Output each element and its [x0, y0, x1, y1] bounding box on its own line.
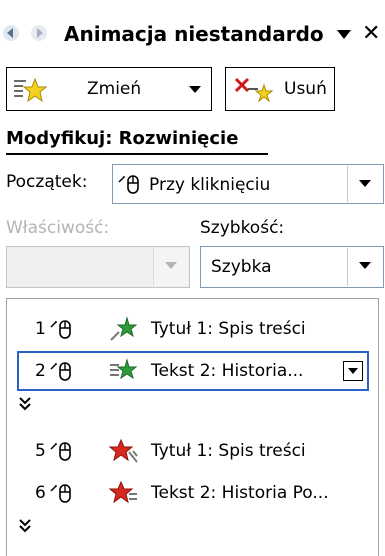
pane-title-bar: Animacja niestandardo ✕ [0, 14, 385, 54]
green-star-entrance-icon [110, 316, 138, 341]
effect-order-number: 5 [35, 441, 46, 461]
mouse-click-icon [50, 442, 71, 461]
effect-row-selected[interactable]: 2 Tekst 2: Historia... [17, 351, 369, 391]
heading-divider [6, 153, 268, 155]
mouse-click-icon [118, 175, 139, 194]
property-label: Właściwość: [6, 218, 110, 238]
mouse-click-icon [50, 484, 71, 503]
effect-row[interactable]: 5 Tytuł 1: Spis treści [17, 431, 369, 471]
pane-menu-dropdown-icon[interactable] [337, 30, 351, 40]
property-select [6, 246, 190, 288]
chevron-down-icon [348, 368, 358, 374]
start-select[interactable]: Przy kliknięciu [112, 164, 384, 204]
start-select-dropdown[interactable] [347, 166, 382, 202]
modify-heading: Modyfikuj: Rozwinięcie [6, 128, 239, 149]
chevron-down-icon [189, 86, 201, 93]
expand-chevron-icon[interactable] [19, 397, 31, 415]
custom-animation-pane: Animacja niestandardo ✕ Zmień Usuń Modyf… [0, 0, 385, 556]
chevron-down-icon [359, 180, 371, 187]
property-select-dropdown [153, 248, 188, 286]
effect-target-text: Tytuł 1: Spis treści [151, 319, 306, 339]
effect-order-number: 1 [35, 319, 46, 339]
green-star-entrance-icon [110, 358, 138, 380]
effect-row[interactable]: 1 Tytuł 1: Spis treści [17, 309, 369, 349]
back-arrow-icon[interactable] [2, 24, 20, 42]
effect-order-number: 2 [35, 361, 46, 381]
close-icon[interactable]: ✕ [362, 23, 380, 45]
effect-target-text: Tekst 2: Historia... [151, 361, 304, 381]
effect-row-dropdown-button[interactable] [343, 361, 363, 381]
effect-target-text: Tekst 2: Historia Po... [151, 483, 329, 503]
start-select-value: Przy kliknięciu [149, 175, 271, 195]
start-label: Początek: [6, 172, 88, 192]
red-star-exit-icon [109, 438, 138, 463]
change-effect-label: Zmień [87, 79, 142, 99]
remove-effect-label: Usuń [284, 79, 327, 99]
chevron-down-icon [165, 262, 177, 269]
speed-select-dropdown[interactable] [347, 248, 382, 286]
mouse-click-icon [50, 362, 71, 381]
effect-target-text: Tytuł 1: Spis treści [151, 441, 306, 461]
animation-effects-list[interactable]: 1 Tytuł 1: Spis treści 2 Tekst 2: Histor… [6, 298, 379, 556]
remove-effect-button[interactable]: Usuń [225, 67, 335, 111]
speed-select[interactable]: Szybka [200, 246, 384, 288]
forward-arrow-icon[interactable] [30, 24, 48, 42]
effect-row[interactable]: 6 Tekst 2: Historia Po... [17, 473, 369, 513]
chevron-down-icon [359, 262, 371, 269]
speed-select-value: Szybka [211, 257, 272, 277]
mouse-click-icon [50, 320, 71, 339]
change-effect-button[interactable]: Zmień [6, 67, 212, 111]
red-star-exit-icon [109, 480, 137, 504]
effect-order-number: 6 [35, 483, 46, 503]
expand-chevron-icon[interactable] [19, 519, 31, 537]
pane-title: Animacja niestandardo [64, 22, 324, 46]
speed-label: Szybkość: [200, 218, 285, 238]
remove-effect-icon [234, 77, 274, 103]
add-effect-star-icon [14, 78, 47, 103]
